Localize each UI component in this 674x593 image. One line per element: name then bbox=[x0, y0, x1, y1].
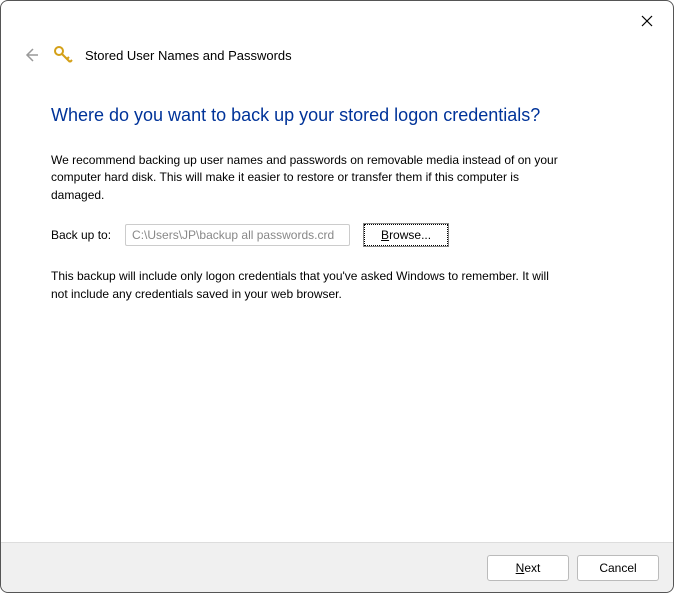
main-heading: Where do you want to back up your stored… bbox=[51, 105, 623, 126]
browse-accel: B bbox=[381, 228, 389, 242]
close-icon bbox=[641, 15, 653, 27]
backup-row: Back up to: Browse... bbox=[51, 224, 623, 246]
back-button bbox=[21, 45, 41, 65]
browse-rest: rowse... bbox=[389, 228, 431, 242]
header-row: Stored User Names and Passwords bbox=[1, 37, 673, 77]
footer-bar: Next Cancel bbox=[1, 542, 673, 592]
next-rest: ext bbox=[524, 561, 540, 575]
titlebar bbox=[1, 1, 673, 37]
content-area: Where do you want to back up your stored… bbox=[1, 77, 673, 542]
backup-label: Back up to: bbox=[51, 228, 111, 242]
back-arrow-icon bbox=[23, 47, 39, 63]
key-icon bbox=[53, 45, 73, 65]
next-button[interactable]: Next bbox=[487, 555, 569, 581]
intro-paragraph: We recommend backing up user names and p… bbox=[51, 152, 561, 204]
header-title: Stored User Names and Passwords bbox=[85, 48, 292, 63]
close-button[interactable] bbox=[631, 7, 663, 35]
note-paragraph: This backup will include only logon cred… bbox=[51, 268, 561, 303]
browse-button[interactable]: Browse... bbox=[364, 224, 448, 246]
wizard-window: Stored User Names and Passwords Where do… bbox=[0, 0, 674, 593]
cancel-button[interactable]: Cancel bbox=[577, 555, 659, 581]
backup-path-input[interactable] bbox=[125, 224, 350, 246]
